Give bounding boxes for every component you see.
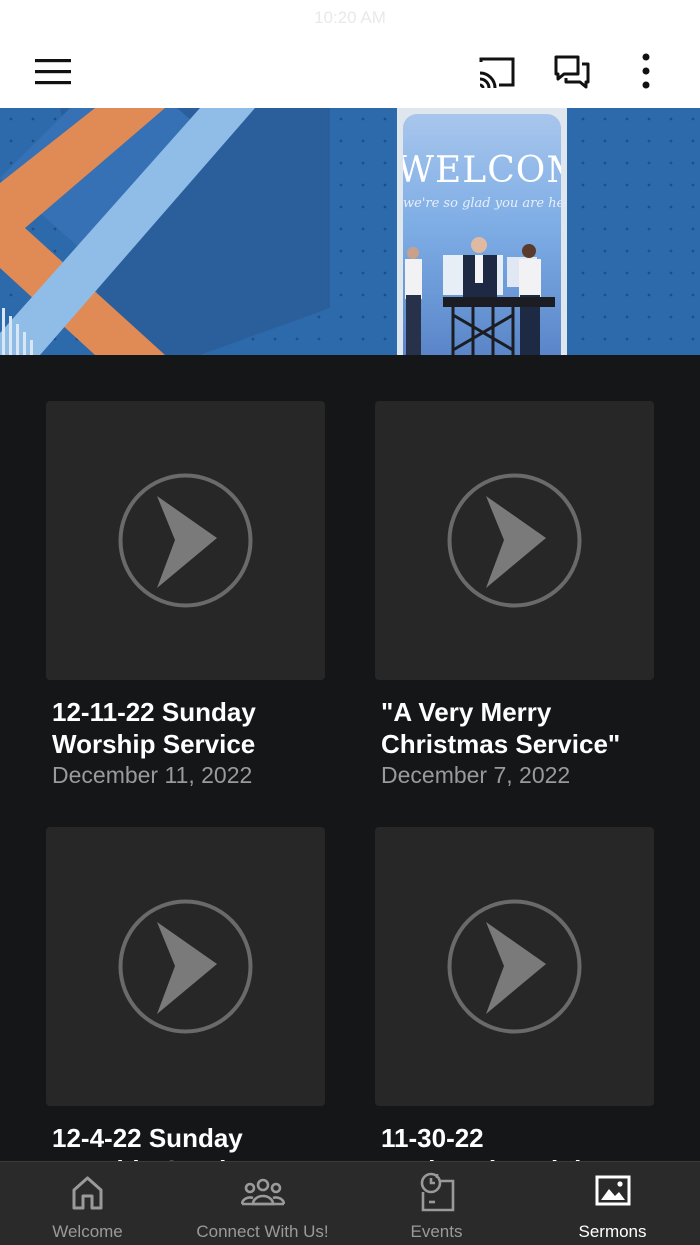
more-vertical-icon[interactable] [626,52,666,92]
phone-mockup: WELCOM we're so glad you are here [397,108,567,355]
hero-banner: WELCOM we're so glad you are here [0,108,700,355]
tab-label: Events [410,1222,463,1241]
home-icon [72,1176,103,1210]
status-bar: 10:20 AM [0,0,700,36]
play-icon [447,473,582,608]
play-icon [118,473,253,608]
sermon-card[interactable]: "A Very Merry Christmas Service" Decembe… [375,401,654,790]
phone-script-text: we're so glad you are here [403,196,561,211]
top-app-bar [0,36,700,108]
sermon-title-line: 11-30-22 [381,1123,484,1153]
play-icon [447,899,582,1034]
status-time: 10:20 AM [314,8,386,27]
sermon-thumbnail[interactable] [375,401,654,680]
tab-sermons[interactable]: Sermons [525,1162,700,1245]
tab-label: Sermons [578,1222,647,1241]
worship-team-photo [405,237,555,355]
sermon-date: December 7, 2022 [381,762,571,788]
sermon-card[interactable]: 11-30-22 Wednesday Night [375,827,654,1186]
sermon-date: December 11, 2022 [52,762,253,788]
tab-events[interactable]: Events [349,1162,524,1245]
cast-icon[interactable] [477,52,517,92]
sermon-title: 12-11-22 Sunday Worship Service [52,696,332,760]
sermon-card[interactable]: 12-11-22 Sunday Worship Service December… [46,401,325,790]
bottom-tab-bar: Welcome Connect With Us! Events Sermons [0,1161,700,1245]
tab-welcome[interactable]: Welcome [0,1162,175,1245]
sermon-title-line: Worship Service [52,729,256,759]
sermon-thumbnail[interactable] [375,827,654,1106]
group-icon [241,1178,285,1206]
tab-label: Connect With Us! [196,1222,329,1241]
image-icon [595,1175,631,1206]
hero-background-art [0,108,700,355]
chat-icon[interactable] [552,52,592,92]
menu-icon[interactable] [33,52,73,92]
phone-screen: WELCOM we're so glad you are here [403,114,561,355]
sermon-title-line: "A Very Merry [381,697,552,727]
sermon-thumbnail[interactable] [46,827,325,1106]
sermon-title-line: Christmas Service" [381,729,621,759]
calendar-clock-icon [420,1172,455,1212]
phone-welcome-text: WELCOM [403,150,561,191]
sermon-thumbnail[interactable] [46,401,325,680]
sermon-title: "A Very Merry Christmas Service" [381,696,661,760]
sermon-title-line: 12-11-22 Sunday [52,697,256,727]
play-icon [118,899,253,1034]
tab-label: Welcome [52,1222,123,1241]
sermon-card[interactable]: 12-4-22 Sunday Worship Service [46,827,325,1186]
sermon-title-line: 12-4-22 Sunday [52,1123,243,1153]
tab-connect-with-us[interactable]: Connect With Us! [175,1162,350,1245]
